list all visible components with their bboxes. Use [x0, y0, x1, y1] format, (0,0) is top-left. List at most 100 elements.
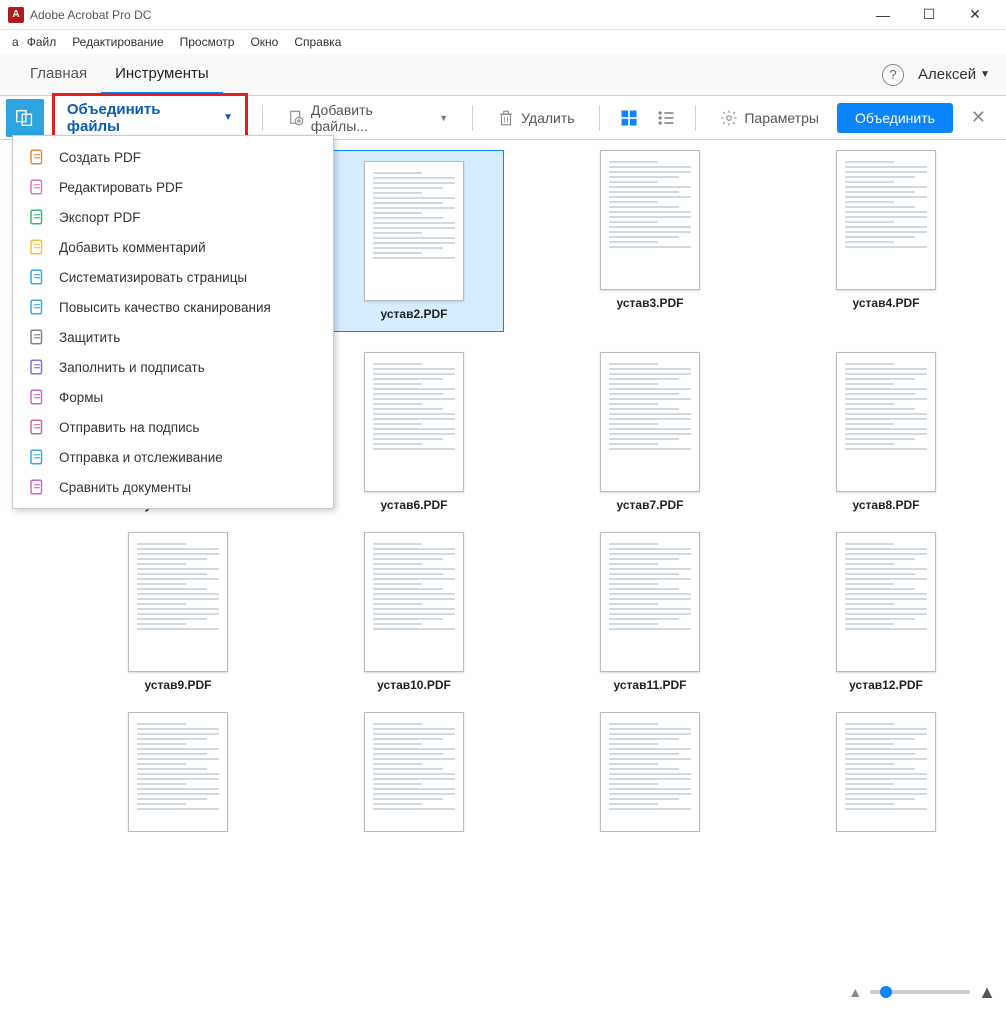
dropdown-item-label: Сравнить документы	[59, 480, 191, 495]
combine-tool-icon[interactable]	[6, 99, 44, 137]
tab-row: Главная Инструменты ? Алексей ▼	[0, 54, 1006, 96]
dropdown-item-label: Отправить на подпись	[59, 420, 199, 435]
dropdown-item-label: Защитить	[59, 330, 120, 345]
combine-action-button[interactable]: Объединить	[837, 103, 953, 133]
dropdown-item-11[interactable]: Сравнить документы	[13, 472, 333, 502]
dropdown-item-1[interactable]: Редактировать PDF	[13, 172, 333, 202]
delete-button[interactable]: Удалить	[487, 103, 584, 133]
file-item[interactable]: устав8.PDF	[786, 352, 986, 512]
combine-files-label: Объединить файлы	[67, 101, 217, 135]
close-button[interactable]: ✕	[952, 0, 998, 30]
file-item[interactable]: устав11.PDF	[550, 532, 750, 692]
file-label: устав6.PDF	[381, 498, 448, 512]
compare-docs-icon	[27, 477, 47, 497]
menu-prefix: а	[4, 32, 19, 52]
export-pdf-icon	[27, 207, 47, 227]
menu-edit[interactable]: Редактирование	[64, 32, 171, 52]
enhance-scan-icon	[27, 297, 47, 317]
create-pdf-icon	[27, 147, 47, 167]
tab-tools[interactable]: Инструменты	[101, 55, 223, 94]
menu-file[interactable]: Файл	[19, 32, 65, 52]
file-label: устав10.PDF	[377, 678, 451, 692]
edit-pdf-icon	[27, 177, 47, 197]
send-track-icon	[27, 447, 47, 467]
file-label: устав7.PDF	[617, 498, 684, 512]
file-thumbnail	[836, 352, 936, 492]
dropdown-item-label: Экспорт PDF	[59, 210, 140, 225]
dropdown-item-2[interactable]: Экспорт PDF	[13, 202, 333, 232]
file-item[interactable]: устав12.PDF	[786, 532, 986, 692]
forms-icon	[27, 387, 47, 407]
file-item[interactable]: устав9.PDF	[78, 532, 278, 692]
dropdown-item-7[interactable]: Заполнить и подписать	[13, 352, 333, 382]
file-item[interactable]: устав3.PDF	[550, 150, 750, 332]
grid-view-button[interactable]	[614, 103, 644, 133]
zoom-slider[interactable]	[870, 990, 970, 994]
dropdown-item-8[interactable]: Формы	[13, 382, 333, 412]
fill-sign-icon	[27, 357, 47, 377]
minimize-button[interactable]: —	[860, 0, 906, 30]
comment-icon	[27, 237, 47, 257]
user-menu[interactable]: Алексей ▼	[918, 66, 990, 83]
dropdown-item-6[interactable]: Защитить	[13, 322, 333, 352]
caret-down-icon: ▼	[223, 112, 233, 123]
menu-help[interactable]: Справка	[286, 32, 349, 52]
file-thumbnail	[600, 532, 700, 672]
shield-icon	[27, 327, 47, 347]
chevron-down-icon: ▼	[980, 69, 990, 80]
file-label: устав11.PDF	[614, 678, 687, 692]
dropdown-item-label: Повысить качество сканирования	[59, 300, 271, 315]
file-label: устав2.PDF	[381, 307, 448, 321]
file-thumbnail	[836, 150, 936, 290]
file-item[interactable]	[314, 712, 514, 832]
dropdown-item-4[interactable]: Систематизировать страницы	[13, 262, 333, 292]
dropdown-item-10[interactable]: Отправка и отслеживание	[13, 442, 333, 472]
menu-view[interactable]: Просмотр	[172, 32, 243, 52]
dropdown-item-3[interactable]: Добавить комментарий	[13, 232, 333, 262]
titlebar: A Adobe Acrobat Pro DC — ☐ ✕	[0, 0, 1006, 30]
organize-pages-icon	[27, 267, 47, 287]
file-item[interactable]: устав6.PDF	[314, 352, 514, 512]
send-sign-icon	[27, 417, 47, 437]
file-thumbnail	[600, 712, 700, 832]
dropdown-item-label: Добавить комментарий	[59, 240, 206, 255]
file-item[interactable]: устав7.PDF	[550, 352, 750, 512]
file-thumbnail	[836, 712, 936, 832]
file-item[interactable]: устав10.PDF	[314, 532, 514, 692]
tools-dropdown: Создать PDF Редактировать PDF Экспорт PDF Д…	[12, 135, 334, 509]
file-item[interactable]	[550, 712, 750, 832]
user-name: Алексей	[918, 66, 976, 83]
dropdown-item-5[interactable]: Повысить качество сканирования	[13, 292, 333, 322]
file-thumbnail	[600, 352, 700, 492]
file-thumbnail	[600, 150, 700, 290]
file-label: устав9.PDF	[145, 678, 212, 692]
add-files-label: Добавить файлы...	[311, 102, 433, 134]
delete-label: Удалить	[521, 110, 574, 126]
list-view-button[interactable]	[651, 103, 681, 133]
file-label: устав3.PDF	[617, 296, 684, 310]
dropdown-item-0[interactable]: Создать PDF	[13, 142, 333, 172]
dropdown-item-label: Создать PDF	[59, 150, 141, 165]
tab-home[interactable]: Главная	[16, 55, 101, 94]
dropdown-item-label: Заполнить и подписать	[59, 360, 205, 375]
add-files-button[interactable]: Добавить файлы... ▼	[277, 96, 458, 140]
maximize-button[interactable]: ☐	[906, 0, 952, 30]
file-item[interactable]: устав2.PDF	[314, 150, 514, 332]
dropdown-item-9[interactable]: Отправить на подпись	[13, 412, 333, 442]
zoom-out-icon[interactable]: ▲	[848, 984, 862, 1000]
menubar: а Файл Редактирование Просмотр Окно Спра…	[0, 30, 1006, 54]
menu-window[interactable]: Окно	[242, 32, 286, 52]
dropdown-item-label: Систематизировать страницы	[59, 270, 247, 285]
file-label: устав8.PDF	[853, 498, 920, 512]
file-item[interactable]	[786, 712, 986, 832]
params-button[interactable]: Параметры	[710, 103, 829, 133]
file-thumbnail	[364, 352, 464, 492]
file-item[interactable]: устав4.PDF	[786, 150, 986, 332]
help-icon[interactable]: ?	[882, 64, 904, 86]
close-panel-button[interactable]: ✕	[961, 107, 996, 128]
zoom-in-icon[interactable]: ▲	[978, 982, 996, 1003]
file-thumbnail	[128, 712, 228, 832]
dropdown-item-label: Редактировать PDF	[59, 180, 183, 195]
file-item[interactable]	[78, 712, 278, 832]
chevron-down-icon: ▼	[439, 113, 448, 123]
